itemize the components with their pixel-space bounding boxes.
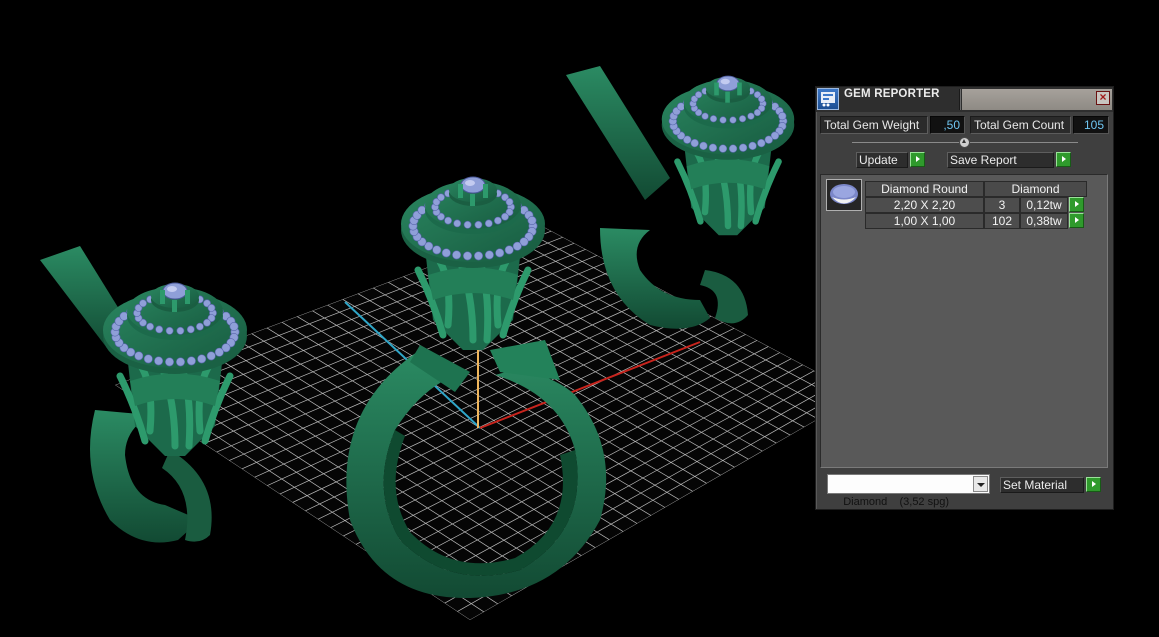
gem-list[interactable]: Diamond Round Diamond 2,20 X 2,20 3 0,12…	[820, 174, 1108, 468]
chevron-down-icon[interactable]	[973, 476, 988, 492]
table-header-material: Diamond	[984, 181, 1087, 197]
gem-reporter-icon	[817, 88, 839, 110]
total-gem-weight-value: ,50	[930, 116, 965, 134]
row-1-select-icon[interactable]	[1069, 197, 1084, 212]
total-gem-weight-label: Total Gem Weight	[820, 116, 928, 134]
set-material-go-icon[interactable]	[1086, 477, 1101, 492]
row-1-size: 2,20 X 2,20	[865, 197, 984, 213]
panel-title-bar[interactable]: GEM REPORTER ×	[816, 87, 1113, 112]
row-2-select-icon[interactable]	[1069, 213, 1084, 228]
update-button[interactable]: Update	[856, 152, 908, 168]
row-2-count: 102	[984, 213, 1020, 229]
diamond-round-thumbnail-icon[interactable]	[826, 179, 862, 211]
save-report-go-icon[interactable]	[1056, 152, 1071, 167]
total-gem-count-label: Total Gem Count	[970, 116, 1071, 134]
save-report-button[interactable]: Save Report	[947, 152, 1054, 168]
material-dropdown-value: Diamond (3,52 spg)	[843, 496, 950, 508]
total-gem-count-value: 105	[1073, 116, 1109, 134]
panel-splitter-handle[interactable]	[959, 137, 970, 148]
row-1-count: 3	[984, 197, 1020, 213]
close-button[interactable]: ×	[1096, 91, 1110, 105]
set-material-button[interactable]: Set Material	[1000, 477, 1084, 493]
panel-title: GEM REPORTER	[844, 88, 940, 100]
ring-model-left[interactable]	[40, 246, 247, 543]
row-2-weight: 0,38tw	[1020, 213, 1068, 229]
title-separator	[959, 89, 961, 110]
row-1-weight: 0,12tw	[1020, 197, 1068, 213]
table-header-shape: Diamond Round	[865, 181, 984, 197]
gem-reporter-panel: GEM REPORTER × Total Gem Weight ,50 Tota…	[815, 86, 1114, 510]
material-dropdown[interactable]: Diamond (3,52 spg)	[827, 474, 990, 508]
row-2-size: 1,00 X 1,00	[865, 213, 984, 229]
title-bar-filler	[962, 89, 1112, 110]
update-go-icon[interactable]	[910, 152, 925, 167]
